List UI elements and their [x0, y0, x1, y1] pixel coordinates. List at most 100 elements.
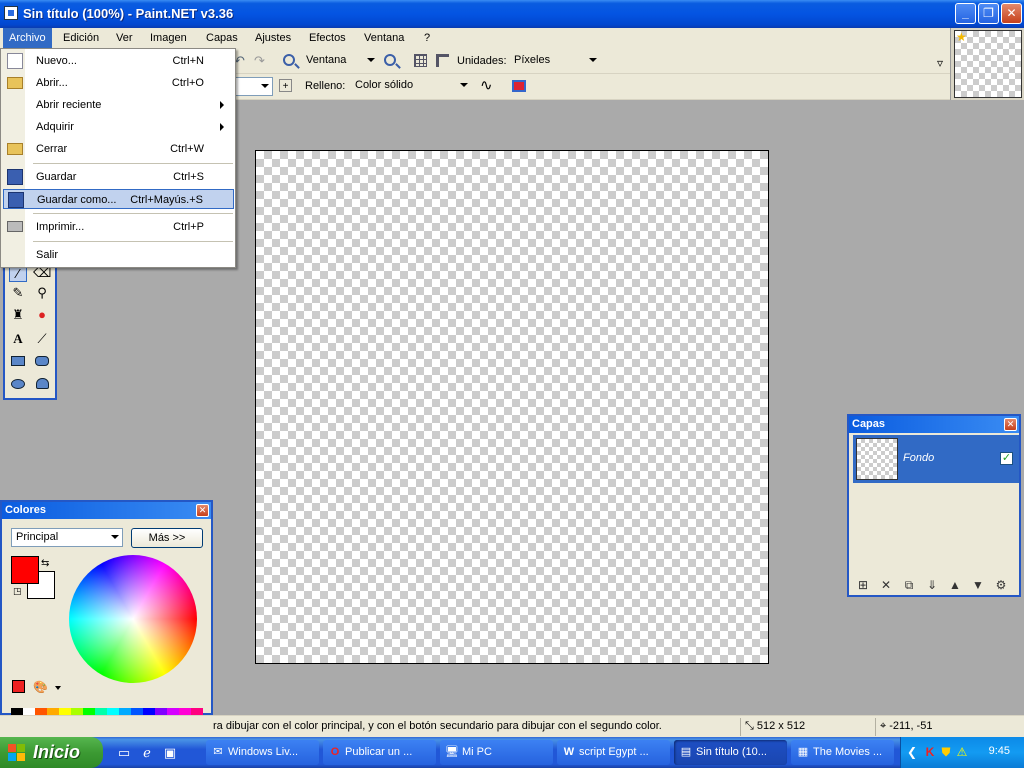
menu-item-adquirir[interactable]: Adquirir	[3, 117, 234, 137]
task-windows-live[interactable]: ✉ Windows Liv...	[206, 740, 319, 765]
colors-window-title[interactable]: Colores ✕	[2, 502, 211, 519]
color-mode-select[interactable]: Principal	[11, 528, 123, 547]
menu-item-label: Adquirir	[36, 121, 74, 133]
menu-archivo[interactable]: Archivo	[3, 28, 52, 48]
maximize-button[interactable]: ❐	[978, 3, 999, 24]
blend-mode-icon[interactable]	[512, 80, 526, 92]
chevron-down-icon[interactable]	[55, 686, 61, 690]
rectangle-tool-icon[interactable]	[9, 353, 27, 371]
swap-colors-icon[interactable]: ⇆	[41, 558, 49, 569]
task-the-movies[interactable]: ▦ The Movies ...	[791, 740, 894, 765]
chevron-down-icon	[460, 83, 468, 87]
close-button[interactable]: ✕	[1001, 3, 1022, 24]
clone-stamp-tool-icon[interactable]: ♜	[9, 306, 27, 324]
image-canvas[interactable]	[255, 150, 769, 664]
menu-item-label: Nuevo...	[36, 55, 77, 67]
menu-item-label: Abrir...	[36, 77, 68, 89]
layer-row-fondo[interactable]: Fondo ✓	[853, 435, 1019, 483]
units-select[interactable]: Píxeles	[510, 52, 600, 71]
palette-menu-icon[interactable]: 🎨	[33, 680, 48, 694]
menu-separator	[33, 163, 233, 164]
minimize-button[interactable]: _	[955, 3, 976, 24]
menu-imagen[interactable]: Imagen	[144, 28, 193, 48]
menu-ventana[interactable]: Ventana	[358, 28, 410, 48]
quicklaunch-ie-icon[interactable]: ℯ	[139, 745, 155, 761]
close-icon[interactable]: ✕	[196, 504, 209, 517]
menu-item-abrir-reciente[interactable]: Abrir reciente	[3, 95, 234, 115]
image-thumbnail-panel[interactable]: ★	[950, 28, 1024, 100]
menu-efectos[interactable]: Efectos	[303, 28, 352, 48]
menu-item-salir[interactable]: Salir	[3, 245, 234, 265]
menu-item-nuevo[interactable]: Nuevo... Ctrl+N	[3, 51, 234, 71]
undo-icon[interactable]: ↶	[234, 53, 250, 69]
task-publicar[interactable]: O Publicar un ...	[323, 740, 436, 765]
status-divider	[875, 718, 876, 736]
grid-icon[interactable]	[414, 54, 427, 67]
windows-live-icon: ✉	[213, 746, 223, 758]
thumbnail-menu-icon[interactable]: ▿	[937, 56, 943, 70]
more-colors-button[interactable]: Más >>	[131, 528, 203, 548]
add-layer-icon[interactable]: ⊞	[855, 577, 871, 593]
menu-ajustes[interactable]: Ajustes	[249, 28, 297, 48]
zoom-in-icon[interactable]	[384, 54, 396, 66]
menu-item-abrir[interactable]: Abrir... Ctrl+O	[3, 73, 234, 93]
line-curve-tool-icon[interactable]: ⟋	[33, 330, 51, 348]
layer-visibility-checkbox[interactable]: ✓	[1000, 452, 1013, 465]
text-tool-icon[interactable]: A	[9, 330, 27, 348]
layer-properties-icon[interactable]: ⚙	[993, 577, 1009, 593]
redo-icon[interactable]: ↷	[254, 53, 270, 69]
delete-layer-icon[interactable]: ✕	[878, 577, 894, 593]
menu-help[interactable]: ?	[418, 28, 436, 48]
cursor-position: ⌖ -211, -51	[880, 720, 932, 733]
merge-layer-down-icon[interactable]: ⇓	[924, 577, 940, 593]
menu-ver[interactable]: Ver	[110, 28, 139, 48]
task-mi-pc[interactable]: 🖥 Mi PC	[440, 740, 553, 765]
menu-item-guardar-como[interactable]: Guardar como... Ctrl+Mayús.+S	[3, 189, 234, 209]
quicklaunch-app-icon[interactable]: ▣	[162, 745, 178, 761]
duplicate-layer-icon[interactable]: ⧉	[901, 577, 917, 593]
alert-icon[interactable]: ⚠	[955, 745, 969, 759]
status-bar: ra dibujar con el color principal, y con…	[0, 715, 1024, 737]
brush-width-select[interactable]	[233, 77, 273, 96]
move-layer-down-icon[interactable]: ▼	[970, 577, 986, 593]
fill-select[interactable]: Color sólido	[351, 77, 471, 96]
fill-label: Relleno:	[305, 80, 346, 92]
layers-window: Capas ✕ Fondo ✓ ⊞ ✕ ⧉ ⇓ ▲ ▼ ⚙	[847, 414, 1021, 597]
rounded-rectangle-tool-icon[interactable]	[33, 353, 51, 371]
menu-edicion[interactable]: Edición	[57, 28, 105, 48]
colors-window: Colores ✕ Principal Más >> ⇆ ◳ 🎨	[0, 500, 213, 732]
task-script-egypt[interactable]: W script Egypt ...	[557, 740, 670, 765]
move-layer-up-icon[interactable]: ▲	[947, 577, 963, 593]
add-to-palette-icon[interactable]	[12, 680, 25, 693]
reset-colors-icon[interactable]: ◳	[13, 586, 22, 597]
zoom-mode-select[interactable]: Ventana	[302, 52, 378, 71]
menu-item-cerrar[interactable]: Cerrar Ctrl+W	[3, 139, 234, 159]
antivirus-icon[interactable]: K	[923, 745, 937, 759]
task-paintnet[interactable]: ▤ Sin título (10...	[674, 740, 787, 765]
recolor-tool-icon[interactable]: ●	[33, 306, 51, 324]
menu-capas[interactable]: Capas	[200, 28, 244, 48]
antialiasing-icon[interactable]: ∿	[480, 78, 496, 94]
primary-color-swatch[interactable]	[11, 556, 39, 584]
menu-bar: Archivo Edición Ver Imagen Capas Ajustes…	[0, 28, 950, 48]
color-picker-tool-icon[interactable]: ⚲	[33, 284, 51, 302]
zoom-out-icon[interactable]	[283, 54, 295, 66]
start-button[interactable]: Inicio	[0, 737, 103, 768]
paintnet-app-icon[interactable]	[4, 6, 18, 20]
close-icon[interactable]: ✕	[1004, 418, 1017, 431]
menu-item-imprimir[interactable]: Imprimir... Ctrl+P	[3, 217, 234, 237]
pencil-tool-icon[interactable]: ✎	[9, 284, 27, 302]
freeform-shape-tool-icon[interactable]	[33, 376, 51, 394]
menu-item-label: Cerrar	[36, 143, 68, 155]
printer-icon	[7, 221, 23, 232]
ellipse-tool-icon[interactable]	[9, 376, 27, 394]
ruler-icon[interactable]	[436, 54, 449, 67]
color-wheel[interactable]	[69, 555, 197, 683]
menu-item-guardar[interactable]: Guardar Ctrl+S	[3, 167, 234, 187]
security-shield-icon[interactable]: ⛊	[939, 745, 953, 759]
tray-expand-icon[interactable]: ❮	[905, 745, 919, 759]
quicklaunch-desktop-icon[interactable]: ▭	[116, 745, 132, 761]
chevron-down-icon	[589, 58, 597, 62]
antialias-toggle-icon[interactable]: +	[279, 79, 292, 92]
layers-window-title[interactable]: Capas ✕	[849, 416, 1019, 433]
